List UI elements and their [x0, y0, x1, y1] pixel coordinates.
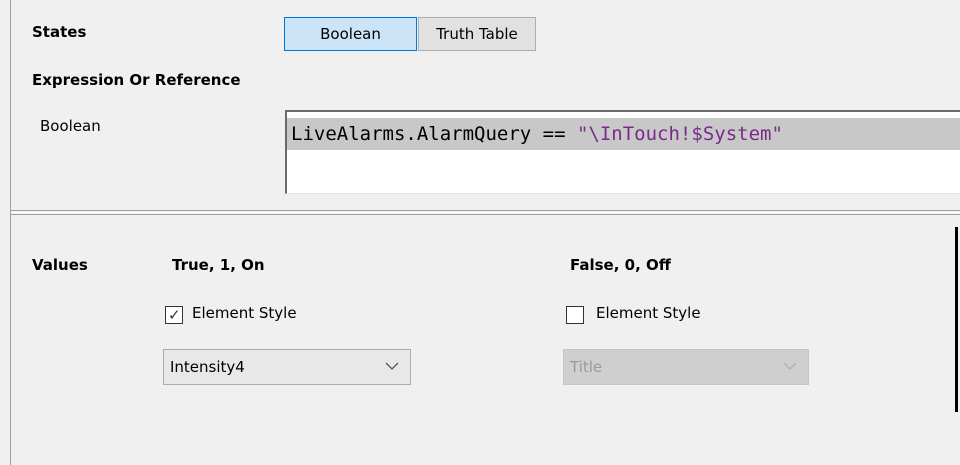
false-element-style-checkbox[interactable]: [566, 306, 584, 324]
splitter-highlight: [11, 212, 960, 213]
true-style-dropdown[interactable]: Intensity4: [163, 349, 411, 385]
false-column-header: False, 0, Off: [570, 256, 671, 274]
panel-edge-bar: [955, 227, 958, 412]
tab-truth-table[interactable]: Truth Table: [418, 17, 536, 51]
chevron-down-icon: [783, 362, 797, 370]
chevron-down-icon: [385, 362, 399, 370]
expression-heading: Expression Or Reference: [32, 71, 241, 89]
false-style-value: Title: [570, 358, 603, 376]
expression-input[interactable]: LiveAlarms.AlarmQuery == "\InTouch!$Syst…: [285, 110, 960, 194]
expression-text: LiveAlarms.AlarmQuery == "\InTouch!$Syst…: [287, 118, 960, 150]
splitter-line-lower: [11, 214, 960, 215]
true-element-style-label[interactable]: Element Style: [192, 304, 297, 322]
true-column-header: True, 1, On: [172, 256, 265, 274]
true-style-value: Intensity4: [170, 358, 245, 376]
expression-type-label: Boolean: [40, 117, 101, 135]
true-element-style-checkbox[interactable]: ✓: [165, 306, 183, 324]
states-label: States: [32, 23, 87, 41]
false-element-style-label[interactable]: Element Style: [596, 304, 701, 322]
expression-reference: LiveAlarms.AlarmQuery ==: [291, 123, 577, 145]
tab-boolean[interactable]: Boolean: [284, 17, 417, 51]
expression-string-literal: "\InTouch!$System": [576, 123, 783, 145]
false-style-dropdown: Title: [563, 349, 809, 385]
splitter-line: [11, 210, 960, 211]
checkmark-icon: ✓: [168, 306, 181, 324]
values-label: Values: [32, 256, 88, 274]
